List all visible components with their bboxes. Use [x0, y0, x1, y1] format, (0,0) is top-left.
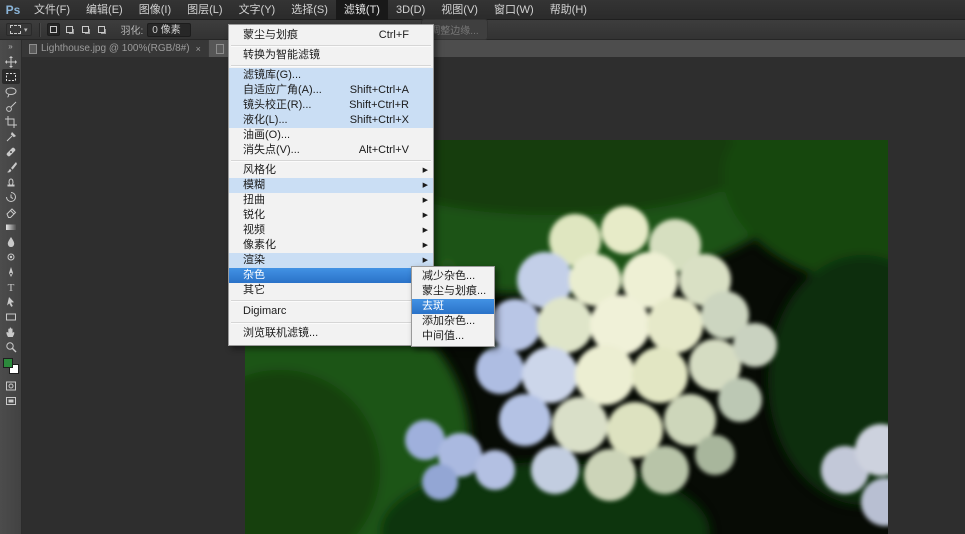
tab-title: Lighthouse.jpg @ 100%(RGB/8#) — [41, 43, 190, 54]
menu-item-distort[interactable]: 扭曲 ▶ — [229, 193, 433, 208]
menu-item-last-filter[interactable]: 蒙尘与划痕 Ctrl+F — [229, 28, 433, 43]
crop-tool[interactable] — [2, 114, 20, 129]
menu-item-browse-filters-online[interactable]: 浏览联机滤镜... — [229, 325, 433, 342]
clone-stamp-tool[interactable] — [2, 174, 20, 189]
menu-item-vanishing-point[interactable]: 消失点(V)... Alt+Ctrl+V — [229, 143, 433, 158]
tab-lighthouse[interactable]: Lighthouse.jpg @ 100%(RGB/8#) × — [22, 40, 209, 57]
menubar-item-layer[interactable]: 图层(L) — [179, 0, 230, 20]
close-icon[interactable]: × — [196, 44, 201, 54]
quick-mask-button[interactable] — [2, 378, 20, 393]
menu-item-oil-paint[interactable]: 油画(O)... — [229, 128, 433, 143]
divider — [39, 23, 40, 37]
menu-separator — [231, 45, 431, 46]
menu-item-lens-correction[interactable]: 镜头校正(R)... Shift+Ctrl+R — [229, 98, 433, 113]
type-tool-glyph: T — [7, 282, 14, 293]
menu-separator — [231, 65, 431, 66]
filter-menu: 蒙尘与划痕 Ctrl+F 转换为智能滤镜 滤镜库(G)... 自适应广角(A).… — [228, 24, 434, 346]
history-brush-tool[interactable] — [2, 189, 20, 204]
document-icon — [216, 44, 224, 54]
move-tool[interactable] — [2, 54, 20, 69]
menubar-item-window[interactable]: 窗口(W) — [486, 0, 542, 20]
submenu-arrow-icon: ▶ — [423, 179, 428, 193]
menubar-item-filter[interactable]: 滤镜(T) — [336, 0, 388, 20]
dodge-tool[interactable] — [2, 249, 20, 264]
ps-logo-icon: Ps — [0, 3, 26, 17]
menu-separator — [231, 322, 431, 323]
menu-item-noise[interactable]: 杂色 ▶ — [229, 268, 433, 283]
type-tool[interactable]: T — [2, 279, 20, 294]
submenu-item-reduce-noise[interactable]: 减少杂色... — [412, 269, 494, 284]
subtract-from-selection-button[interactable] — [79, 23, 92, 36]
submenu-item-despeckle[interactable]: 去斑 — [412, 299, 494, 314]
submenu-arrow-icon: ▶ — [423, 224, 428, 238]
menu-item-other[interactable]: 其它 ▶ — [229, 283, 433, 298]
menubar-item-file[interactable]: 文件(F) — [26, 0, 78, 20]
foreground-color-swatch[interactable] — [3, 358, 13, 368]
menu-item-adaptive-wide-angle[interactable]: 自适应广角(A)... Shift+Ctrl+A — [229, 83, 433, 98]
menu-separator — [231, 160, 431, 161]
feather-label: 羽化: — [121, 22, 144, 37]
menubar-item-3d[interactable]: 3D(D) — [388, 0, 433, 20]
menubar-item-edit[interactable]: 编辑(E) — [78, 0, 131, 20]
tool-preset-picker[interactable]: ▾ — [6, 23, 32, 36]
menu-item-blur[interactable]: 模糊 ▶ — [229, 178, 433, 193]
eraser-tool[interactable] — [2, 204, 20, 219]
document-icon — [29, 44, 37, 54]
brush-tool[interactable] — [2, 159, 20, 174]
submenu-arrow-icon: ▶ — [423, 164, 428, 178]
menu-item-pixelate[interactable]: 像素化 ▶ — [229, 238, 433, 253]
screen-mode-button[interactable] — [2, 393, 20, 408]
menu-item-video[interactable]: 视频 ▶ — [229, 223, 433, 238]
menubar-item-type[interactable]: 文字(Y) — [231, 0, 284, 20]
menu-item-stylize[interactable]: 风格化 ▶ — [229, 163, 433, 178]
submenu-item-dust-and-scratches[interactable]: 蒙尘与划痕... — [412, 284, 494, 299]
menu-separator — [231, 300, 431, 301]
menu-bar: Ps 文件(F) 编辑(E) 图像(I) 图层(L) 文字(Y) 选择(S) 滤… — [0, 0, 965, 20]
options-bar: ▾ 羽化: 0 像素 调整边缘... — [0, 20, 965, 40]
menubar-item-view[interactable]: 视图(V) — [433, 0, 486, 20]
menu-item-digimarc[interactable]: Digimarc ▶ — [229, 303, 433, 320]
submenu-item-add-noise[interactable]: 添加杂色... — [412, 314, 494, 329]
menubar-item-select[interactable]: 选择(S) — [283, 0, 336, 20]
shape-tool[interactable] — [2, 309, 20, 324]
submenu-arrow-icon: ▶ — [423, 209, 428, 223]
marquee-tool-icon — [10, 25, 21, 34]
intersect-selection-button[interactable] — [95, 23, 108, 36]
submenu-arrow-icon: ▶ — [423, 194, 428, 208]
menu-item-render[interactable]: 渲染 ▶ — [229, 253, 433, 268]
feather-input[interactable]: 0 像素 — [147, 23, 191, 37]
add-to-selection-button[interactable] — [63, 23, 76, 36]
path-selection-tool[interactable] — [2, 294, 20, 309]
gradient-tool[interactable] — [2, 219, 20, 234]
tools-panel: » — [0, 40, 22, 534]
menu-item-filter-gallery[interactable]: 滤镜库(G)... — [229, 68, 433, 83]
menu-item-convert-smart-filter[interactable]: 转换为智能滤镜 — [229, 48, 433, 63]
submenu-item-median[interactable]: 中间值... — [412, 329, 494, 344]
document-tab-bar: Lighthouse.jpg @ 100%(RGB/8#) × Hydrange… — [22, 40, 965, 57]
zoom-tool[interactable] — [2, 339, 20, 354]
spot-healing-brush-tool[interactable] — [2, 144, 20, 159]
menubar-item-help[interactable]: 帮助(H) — [542, 0, 595, 20]
menu-item-liquify[interactable]: 液化(L)... Shift+Ctrl+X — [229, 113, 433, 128]
menubar-item-image[interactable]: 图像(I) — [131, 0, 179, 20]
submenu-arrow-icon: ▶ — [423, 239, 428, 253]
menu-item-sharpen[interactable]: 锐化 ▶ — [229, 208, 433, 223]
expand-panel-icon[interactable]: » — [8, 42, 12, 52]
quick-selection-tool[interactable] — [2, 99, 20, 114]
eyedropper-tool[interactable] — [2, 129, 20, 144]
rectangular-marquee-tool[interactable] — [2, 69, 20, 84]
pen-tool[interactable] — [2, 264, 20, 279]
new-selection-button[interactable] — [47, 23, 60, 36]
chevron-down-icon: ▾ — [24, 26, 28, 34]
blur-tool[interactable] — [2, 234, 20, 249]
color-swatches[interactable] — [3, 358, 19, 374]
photoshop-window: Ps 文件(F) 编辑(E) 图像(I) 图层(L) 文字(Y) 选择(S) 滤… — [0, 0, 965, 534]
hand-tool[interactable] — [2, 324, 20, 339]
lasso-tool[interactable] — [2, 84, 20, 99]
noise-submenu: 减少杂色... 蒙尘与划痕... 去斑 添加杂色... 中间值... — [411, 266, 495, 347]
